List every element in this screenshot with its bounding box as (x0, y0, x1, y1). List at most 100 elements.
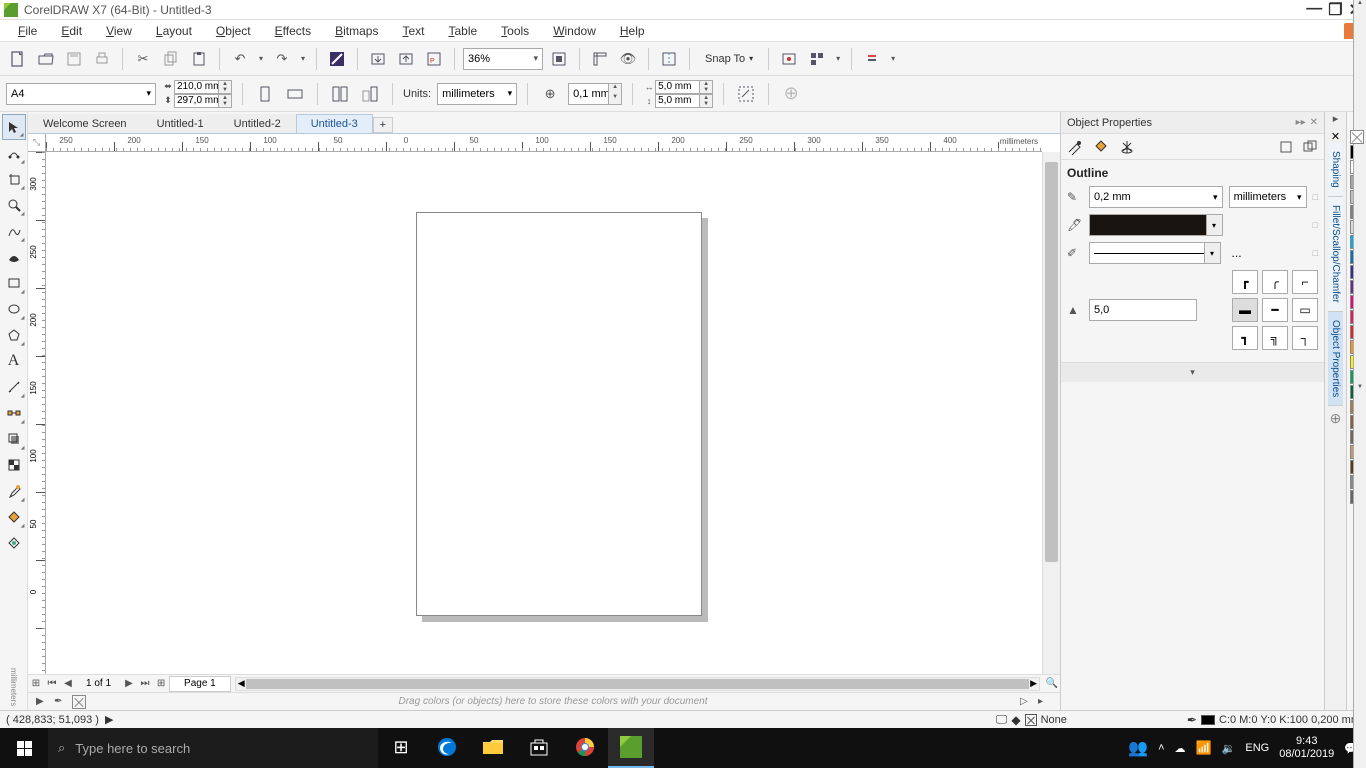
page-tab[interactable]: Page 1 (169, 676, 231, 692)
duplicate-y-input[interactable]: 5,0 mm▲▼ (655, 94, 713, 108)
app-launcher-dropdown[interactable]: ▾ (833, 47, 843, 71)
tab-scroll-mode[interactable] (1276, 137, 1296, 157)
edge-icon[interactable] (424, 728, 470, 768)
add-page-before[interactable]: ⊞ (28, 678, 44, 689)
pos-inside[interactable]: ┐ (1292, 326, 1318, 350)
fullscreen-preview-button[interactable] (547, 47, 571, 71)
connector-tool[interactable]: ◢ (2, 400, 26, 426)
eyedropper-icon[interactable]: ✒ (54, 696, 68, 707)
smart-fill-tool[interactable] (2, 530, 26, 556)
export-button[interactable] (394, 47, 418, 71)
transparency-tool[interactable] (2, 452, 26, 478)
publish-pdf-button[interactable]: P (422, 47, 446, 71)
cap-square[interactable]: ▭ (1292, 298, 1318, 322)
save-button[interactable] (62, 47, 86, 71)
print-button[interactable] (90, 47, 114, 71)
tray-expand[interactable]: ˄ (1158, 742, 1164, 754)
corner-toggle-1[interactable]: □ (1313, 192, 1318, 202)
menu-tools[interactable]: Tools (489, 24, 541, 38)
cut-button[interactable]: ✂ (131, 47, 155, 71)
clock[interactable]: 9:43 08/01/2019 (1279, 735, 1334, 761)
maximize-button[interactable]: ❐ (1328, 0, 1342, 20)
page-width-input[interactable]: 210,0 mm▲▼ (174, 80, 232, 94)
vertical-ruler[interactable]: 300 250 200 150 100 50 0 (28, 152, 46, 674)
outline-style-select[interactable]: ▾ (1089, 242, 1221, 264)
menu-help[interactable]: Help (608, 24, 657, 38)
snap-to-dropdown[interactable]: Snap To▾ (698, 47, 760, 71)
tab-new-window[interactable] (1300, 137, 1320, 157)
pos-outside[interactable]: ┓ (1232, 326, 1258, 350)
prev-page[interactable]: ◀ (60, 678, 76, 689)
ruler-origin[interactable]: ⤡ (28, 134, 46, 152)
panel-close[interactable]: ✕ (1310, 117, 1318, 128)
redo-dropdown[interactable]: ▾ (298, 47, 308, 71)
panel-expand-toggle[interactable]: ▾ (1061, 362, 1324, 382)
menu-bitmaps[interactable]: Bitmaps (323, 24, 390, 38)
panel-collapse[interactable]: ▸▸ (1296, 117, 1306, 128)
chrome-icon[interactable] (562, 728, 608, 768)
corner-toggle-2[interactable]: □ (1313, 220, 1318, 230)
undo-dropdown[interactable]: ▾ (256, 47, 266, 71)
crop-tool[interactable]: ◢ (2, 166, 26, 192)
tab-outline-icon[interactable] (1065, 137, 1085, 157)
start-button[interactable] (0, 728, 48, 768)
ellipse-tool[interactable]: ◢ (2, 296, 26, 322)
tab-transparency-icon[interactable] (1117, 137, 1137, 157)
no-color-swatch[interactable] (72, 695, 86, 709)
network-icon[interactable]: 📶 (1196, 740, 1212, 756)
units-select[interactable]: millimeters▾ (437, 83, 517, 105)
docker-x[interactable]: ✕ (1331, 130, 1340, 143)
polygon-tool[interactable]: ◢ (2, 322, 26, 348)
corner-toggle-3[interactable]: □ (1313, 248, 1318, 258)
show-rulers-button[interactable] (588, 47, 612, 71)
page[interactable] (416, 212, 702, 616)
shape-tool[interactable]: ◢ (2, 140, 26, 166)
current-page-button[interactable] (358, 82, 382, 106)
first-page[interactable]: ⏮ (44, 678, 60, 689)
open-button[interactable] (34, 47, 58, 71)
cap-butt[interactable]: ▬ (1232, 298, 1258, 322)
outline-units-select[interactable]: millimeters▾ (1229, 186, 1307, 208)
options-button[interactable] (777, 47, 801, 71)
corner-miter[interactable]: ┏ (1232, 270, 1258, 294)
menu-table[interactable]: Table (436, 24, 489, 38)
people-icon[interactable]: 👥 (1128, 738, 1148, 758)
docker-shaping[interactable]: Shaping (1328, 143, 1343, 197)
horizontal-ruler[interactable]: 250 200 150 100 50 0 50 100 150 200 250 … (46, 134, 1042, 152)
add-page-after[interactable]: ⊞ (153, 678, 169, 689)
customize-dropdown[interactable]: ▾ (888, 47, 898, 71)
store-icon[interactable] (516, 728, 562, 768)
palette-right-arrow[interactable]: ▷ (1020, 696, 1034, 707)
paste-button[interactable] (187, 47, 211, 71)
color-eyedropper-tool[interactable]: ◢ (2, 478, 26, 504)
zoom-out-icon[interactable]: 🔍 (1044, 678, 1060, 689)
zoom-tool[interactable]: ◢ (2, 192, 26, 218)
artistic-media-tool[interactable] (2, 244, 26, 270)
duplicate-x-input[interactable]: 5,0 mm▲▼ (655, 80, 713, 94)
redo-button[interactable]: ↷ (270, 47, 294, 71)
canvas-area[interactable]: ⤡ 250 200 150 100 50 0 50 100 150 200 25… (28, 134, 1060, 674)
menu-window[interactable]: Window (541, 24, 608, 38)
interactive-fill-tool[interactable]: ◢ (2, 504, 26, 530)
next-page[interactable]: ▶ (121, 678, 137, 689)
vertical-scrollbar[interactable] (1042, 152, 1060, 674)
show-guidelines-button[interactable] (657, 47, 681, 71)
last-page[interactable]: ⏭ (137, 678, 153, 689)
menu-file[interactable]: File (6, 24, 49, 38)
corner-round[interactable]: ╭ (1262, 270, 1288, 294)
add-preset-button[interactable]: ⊕ (779, 82, 803, 106)
new-button[interactable] (6, 47, 30, 71)
tab-untitled-1[interactable]: Untitled-1 (142, 114, 219, 133)
tab-fill-icon[interactable] (1091, 137, 1111, 157)
menu-effects[interactable]: Effects (263, 24, 323, 38)
next-click-icon[interactable]: ▶ (105, 713, 113, 726)
volume-icon[interactable]: 🔉 (1222, 742, 1236, 755)
explorer-icon[interactable] (470, 728, 516, 768)
nudge-distance-input[interactable]: 0,1 mm▲▼ (568, 83, 622, 105)
outline-width-input[interactable]: 0,2 mm▾ (1089, 186, 1223, 208)
zoom-level-select[interactable]: 36%▾ (463, 48, 543, 70)
taskbar-search[interactable]: ⌕ Type here to search (48, 728, 378, 768)
no-fill-swatch[interactable] (1350, 130, 1364, 144)
pos-center[interactable]: ╗ (1262, 326, 1288, 350)
drop-shadow-tool[interactable]: ◢ (2, 426, 26, 452)
